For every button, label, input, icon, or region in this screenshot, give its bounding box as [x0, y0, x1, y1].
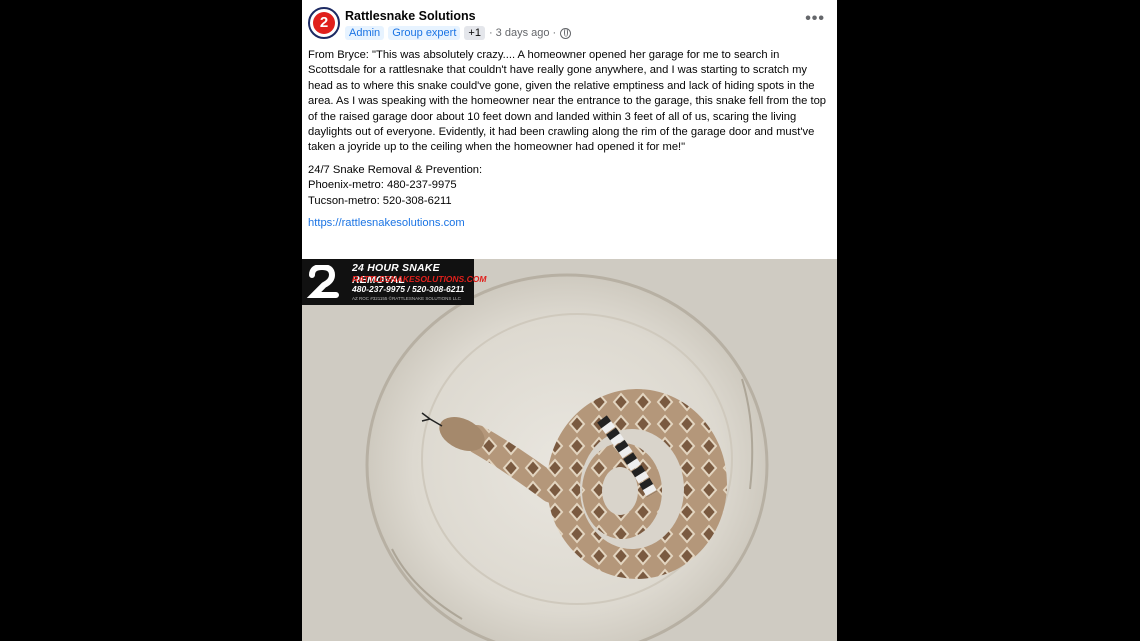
snake-in-bucket-image	[302, 259, 837, 641]
contact-tucson: Tucson-metro: 520-308-6211	[308, 194, 452, 207]
banner-license: AZ ROC #321155 ©RATTLESNAKE SOLUTIONS LL…	[352, 296, 461, 301]
post-photo[interactable]: 24 HOUR SNAKE REMOVAL RATTLESNAKESOLUTIO…	[302, 259, 837, 641]
group-expert-badge[interactable]: Group expert	[388, 26, 461, 40]
facebook-post: 2 Rattlesnake Solutions Admin Group expe…	[302, 0, 837, 641]
website-link[interactable]: https://rattlesnakesolutions.com	[308, 217, 465, 229]
banner-phones: 480-237-9975 / 520-308-6211	[352, 284, 465, 294]
admin-badge[interactable]: Admin	[345, 26, 385, 40]
contact-block: 24/7 Snake Removal & Prevention: Phoenix…	[308, 163, 832, 209]
page-avatar[interactable]: 2	[308, 7, 340, 39]
post-header: 2 Rattlesnake Solutions Admin Group expe…	[302, 0, 837, 46]
page-name[interactable]: Rattlesnake Solutions	[345, 9, 476, 23]
more-options-icon[interactable]: •••	[805, 10, 825, 28]
post-body: From Bryce: "This was absolutely crazy..…	[308, 48, 832, 238]
post-time[interactable]: · 3 days ago ·	[489, 27, 556, 39]
banner-website: RATTLESNAKESOLUTIONS.COM	[352, 274, 487, 284]
contact-phoenix: Phoenix-metro: 480-237-9975	[308, 179, 457, 192]
globe-icon	[560, 27, 572, 39]
post-message: From Bryce: "This was absolutely crazy..…	[308, 49, 827, 154]
rattlesnake-logo-icon	[306, 265, 339, 298]
more-badges[interactable]: +1	[464, 26, 485, 40]
avatar-logo: 2	[313, 12, 335, 34]
watermark-banner: 24 HOUR SNAKE REMOVAL RATTLESNAKESOLUTIO…	[302, 259, 486, 305]
post-meta: Admin Group expert +1 · 3 days ago ·	[345, 26, 572, 40]
contact-heading: 24/7 Snake Removal & Prevention:	[308, 163, 483, 176]
